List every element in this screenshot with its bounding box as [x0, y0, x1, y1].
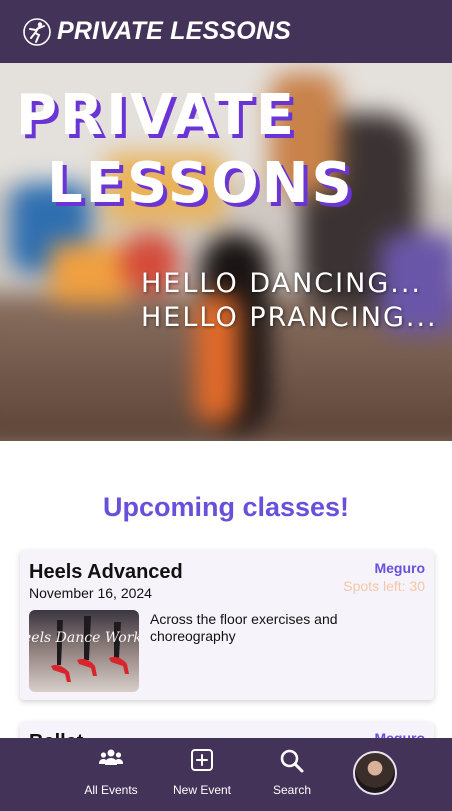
event-image: eels Dance Worksho	[29, 610, 139, 692]
event-spots-left: Spots left: 30	[343, 578, 425, 594]
event-image-caption: eels Dance Worksho	[29, 630, 139, 646]
user-avatar[interactable]	[353, 751, 397, 795]
bottom-nav: All Events New Event Search	[0, 738, 452, 811]
event-location: Meguro	[374, 560, 425, 576]
app-header: PRIVATE LESSONS	[0, 0, 452, 63]
event-name: Heels Advanced	[29, 561, 183, 583]
event-date: November 16, 2024	[29, 585, 152, 601]
section-heading: Upcoming classes!	[102, 492, 350, 522]
hero-title-line1: PRIVATE	[16, 83, 297, 148]
app-title: PRIVATE LESSONS	[57, 17, 292, 45]
plus-square-icon	[191, 749, 213, 771]
search-icon	[280, 749, 304, 773]
event-description: Across the floor exercises and choreogra…	[150, 611, 338, 644]
nav-all-events-label: All Events	[84, 783, 138, 797]
nav-all-events[interactable]: All Events	[75, 738, 147, 811]
people-group-icon	[99, 749, 123, 765]
heels-photo	[51, 616, 129, 682]
nav-search[interactable]: Search	[262, 738, 322, 811]
hero-banner: PRIVATE LESSONS HELLO DANCING... HELLO P…	[0, 63, 452, 441]
hero-tagline-line1: HELLO DANCING...	[141, 268, 422, 299]
event-card[interactable]: Heels Advanced November 16, 2024 Meguro …	[20, 550, 434, 700]
nav-search-label: Search	[272, 783, 312, 797]
nav-new-event-label: New Event	[172, 783, 232, 797]
hero-tagline-line2: HELLO PRANCING...	[141, 302, 438, 333]
dancer-logo-icon[interactable]	[22, 17, 52, 47]
hero-title-line2: LESSONS	[47, 151, 355, 216]
nav-new-event[interactable]: New Event	[165, 738, 239, 811]
